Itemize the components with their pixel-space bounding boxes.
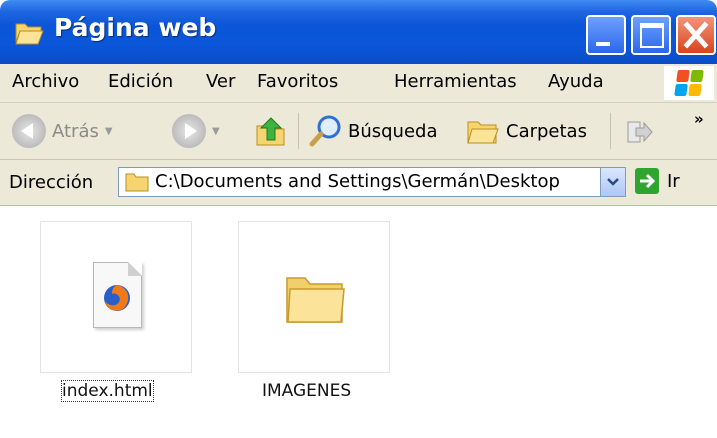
folder-icon xyxy=(125,173,149,192)
title-bar[interactable]: Página web xyxy=(0,0,717,64)
toolbar-separator xyxy=(298,113,299,149)
menu-ver[interactable]: Ver xyxy=(206,71,235,92)
back-arrow-icon xyxy=(12,114,46,148)
menu-herramientas[interactable]: Herramientas xyxy=(394,71,517,92)
search-button[interactable]: Búsqueda xyxy=(308,103,438,159)
menu-edicion[interactable]: Edición xyxy=(108,71,173,92)
menu-archivo[interactable]: Archivo xyxy=(12,71,79,92)
close-icon xyxy=(683,21,709,49)
menu-bar: Archivo Edición Ver Favoritos Herramient… xyxy=(0,64,717,103)
menu-favoritos[interactable]: Favoritos xyxy=(257,71,338,92)
menu-ayuda[interactable]: Ayuda xyxy=(548,71,604,92)
toolbar: Atrás ▼ ▼ Búsqueda Carpetas » xyxy=(0,103,717,160)
move-to-icon xyxy=(627,121,653,143)
address-input[interactable]: C:\Documents and Settings\Germán\Desktop xyxy=(118,167,626,197)
minimize-button[interactable] xyxy=(586,15,626,55)
move-to-button[interactable] xyxy=(624,103,654,159)
go-label[interactable]: Ir xyxy=(667,171,680,192)
up-folder-icon xyxy=(256,117,285,146)
maximize-button[interactable] xyxy=(631,15,671,55)
file-label-index[interactable]: index.html xyxy=(61,380,154,402)
folders-button[interactable]: Carpetas xyxy=(466,103,587,159)
folders-label: Carpetas xyxy=(506,120,587,142)
forward-dropdown-icon[interactable]: ▼ xyxy=(212,126,220,137)
search-label: Búsqueda xyxy=(348,120,438,142)
window-title: Página web xyxy=(54,13,217,42)
file-tile-index[interactable] xyxy=(40,221,192,373)
folder-open-icon xyxy=(15,23,44,45)
back-dropdown-icon[interactable]: ▼ xyxy=(105,126,113,137)
address-label: Dirección xyxy=(9,172,94,193)
windows-logo xyxy=(664,66,714,100)
forward-button[interactable]: ▼ xyxy=(172,103,220,159)
back-label: Atrás xyxy=(52,120,99,142)
file-tile-imagenes[interactable] xyxy=(238,221,390,373)
forward-arrow-icon xyxy=(172,114,206,148)
firefox-icon xyxy=(104,285,130,311)
go-button[interactable] xyxy=(635,168,659,194)
address-value: C:\Documents and Settings\Germán\Desktop xyxy=(155,171,560,192)
chevron-down-icon xyxy=(607,178,619,186)
back-button[interactable]: Atrás ▼ xyxy=(12,103,113,159)
folder-icon xyxy=(286,277,345,323)
up-folder-button[interactable] xyxy=(254,103,288,159)
toolbar-overflow-button[interactable]: » xyxy=(694,91,704,147)
toolbar-separator xyxy=(610,113,611,149)
html-file-icon xyxy=(93,262,142,328)
folders-icon xyxy=(467,121,499,144)
close-button[interactable] xyxy=(676,15,716,55)
file-label-imagenes[interactable]: IMAGENES xyxy=(262,381,351,401)
search-icon xyxy=(309,115,341,147)
address-dropdown-button[interactable] xyxy=(600,168,625,196)
arrow-right-icon xyxy=(640,173,656,189)
address-bar: Dirección C:\Documents and Settings\Germ… xyxy=(0,160,717,206)
